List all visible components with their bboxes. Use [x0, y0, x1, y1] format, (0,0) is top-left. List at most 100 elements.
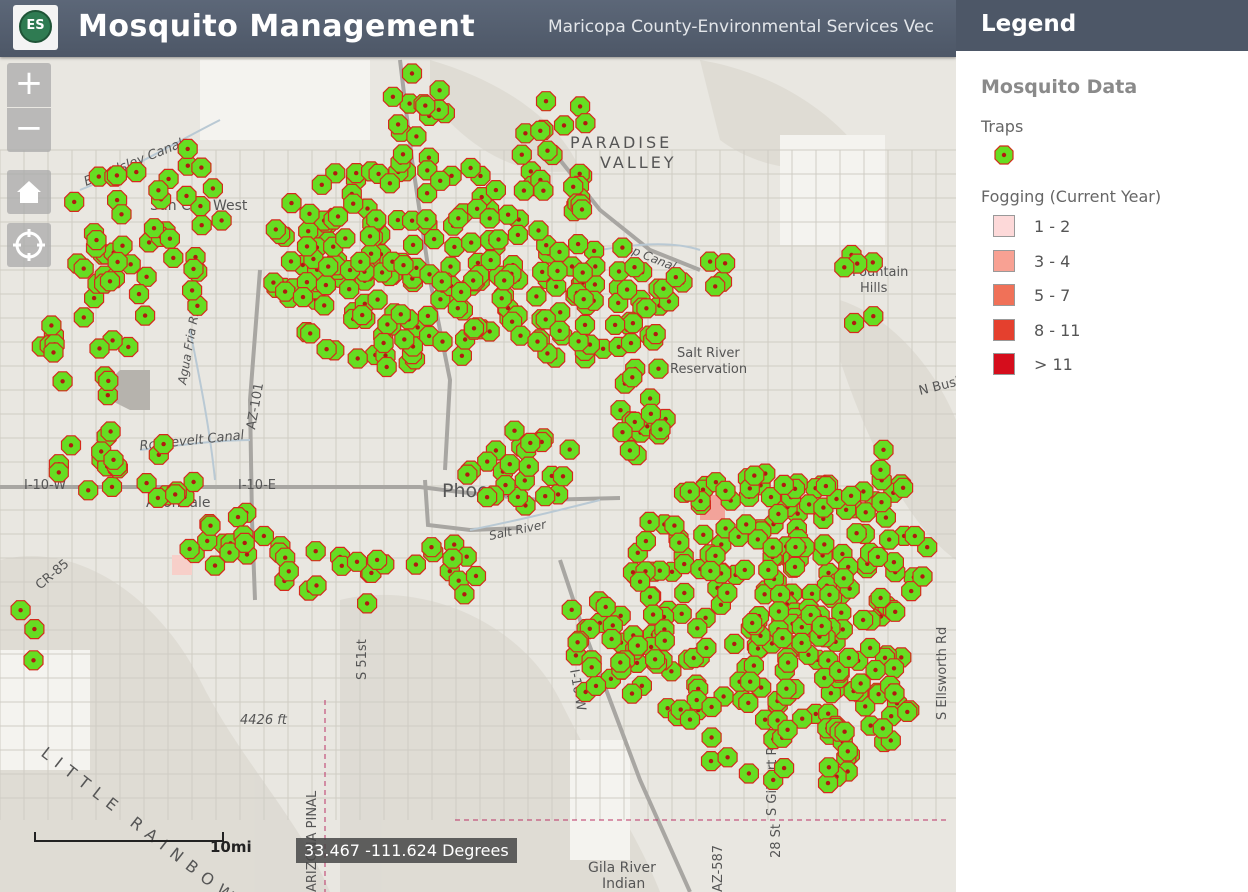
trap-marker[interactable] [768, 503, 789, 525]
trap-marker[interactable] [581, 657, 602, 678]
trap-marker[interactable] [357, 593, 378, 614]
trap-marker[interactable] [700, 560, 721, 582]
trap-marker[interactable] [838, 647, 860, 669]
trap-marker[interactable] [200, 515, 221, 536]
trap-marker[interactable] [191, 157, 212, 178]
trap-marker[interactable] [535, 486, 556, 507]
trap-marker[interactable] [382, 86, 403, 107]
trap-marker[interactable] [665, 267, 686, 288]
trap-marker[interactable] [872, 718, 893, 739]
trap-marker[interactable] [885, 601, 906, 622]
trap-marker[interactable] [376, 356, 397, 378]
trap-marker[interactable] [742, 612, 763, 634]
trap-marker[interactable] [163, 247, 184, 268]
trap-marker[interactable] [103, 449, 124, 470]
trap-marker[interactable] [41, 315, 62, 336]
trap-marker[interactable] [367, 549, 388, 571]
trap-marker[interactable] [253, 525, 274, 547]
trap-marker[interactable] [126, 162, 147, 183]
trap-marker[interactable] [498, 204, 519, 225]
map-view[interactable]: PARADISE VALLEY Beardsley Canal Sun City… [0, 0, 956, 892]
trap-marker[interactable] [530, 120, 551, 141]
trap-marker[interactable] [451, 281, 472, 303]
trap-marker[interactable] [533, 180, 554, 201]
trap-marker[interactable] [89, 338, 110, 359]
trap-marker[interactable] [595, 596, 616, 618]
trap-marker[interactable] [73, 307, 94, 328]
trap-marker[interactable] [650, 419, 671, 440]
trap-marker[interactable] [912, 566, 933, 587]
trap-marker[interactable] [111, 204, 132, 225]
trap-marker[interactable] [526, 286, 547, 307]
trap-marker[interactable] [549, 241, 570, 262]
trap-marker[interactable] [863, 306, 884, 327]
trap-marker[interactable] [296, 236, 318, 257]
trap-marker[interactable] [416, 209, 437, 230]
trap-marker[interactable] [635, 530, 657, 552]
trap-marker[interactable] [567, 234, 589, 255]
trap-marker[interactable] [359, 226, 381, 247]
trap-marker[interactable] [24, 618, 45, 640]
trap-marker[interactable] [403, 234, 424, 255]
trap-marker[interactable] [714, 253, 736, 274]
trap-marker[interactable] [772, 628, 793, 649]
trap-marker[interactable] [315, 275, 336, 296]
zoom-out-button[interactable]: − [7, 108, 51, 152]
trap-marker[interactable] [177, 138, 198, 159]
trap-marker[interactable] [343, 193, 364, 214]
trap-marker[interactable] [448, 208, 469, 229]
trap-marker[interactable] [892, 477, 914, 498]
trap-marker[interactable] [850, 673, 871, 694]
trap-marker[interactable] [897, 701, 918, 723]
trap-marker[interactable] [148, 180, 169, 201]
trap-marker[interactable] [147, 487, 168, 508]
trap-marker[interactable] [535, 91, 557, 112]
trap-marker[interactable] [852, 609, 874, 631]
trap-marker[interactable] [612, 422, 633, 443]
trap-marker[interactable] [366, 209, 387, 230]
trap-marker[interactable] [527, 331, 548, 352]
trap-marker[interactable] [488, 229, 509, 250]
trap-marker[interactable] [867, 546, 889, 568]
trap-marker[interactable] [569, 96, 591, 117]
trap-marker[interactable] [52, 371, 73, 392]
trap-marker[interactable] [604, 314, 626, 335]
trap-marker[interactable] [736, 514, 757, 535]
trap-marker[interactable] [477, 487, 498, 508]
trap-marker[interactable] [78, 480, 99, 501]
trap-marker[interactable] [401, 63, 423, 84]
trap-marker[interactable] [182, 280, 203, 301]
trap-marker[interactable] [183, 471, 204, 493]
trap-marker[interactable] [574, 314, 596, 335]
zoom-in-button[interactable]: + [7, 63, 51, 107]
trap-marker[interactable] [573, 289, 594, 310]
trap-marker[interactable] [715, 480, 736, 501]
trap-marker[interactable] [275, 281, 296, 302]
trap-marker[interactable] [679, 709, 701, 730]
trap-marker[interactable] [616, 279, 638, 300]
trap-marker[interactable] [734, 559, 755, 581]
trap-marker[interactable] [292, 287, 314, 308]
trap-marker[interactable] [479, 208, 500, 229]
trap-marker[interactable] [740, 671, 761, 692]
trap-marker[interactable] [777, 652, 799, 673]
trap-marker[interactable] [43, 342, 64, 363]
trap-marker[interactable] [622, 367, 643, 388]
trap-marker[interactable] [507, 224, 529, 245]
trap-marker[interactable] [99, 271, 121, 292]
trap-marker[interactable] [429, 80, 450, 101]
trap-marker[interactable] [621, 683, 643, 704]
trap-marker[interactable] [884, 683, 905, 704]
trap-marker[interactable] [624, 257, 645, 278]
trap-marker[interactable] [10, 600, 31, 621]
trap-marker[interactable] [432, 331, 453, 352]
trap-marker[interactable] [106, 165, 128, 186]
trap-marker[interactable] [280, 251, 302, 272]
trap-marker[interactable] [424, 229, 445, 250]
trap-marker[interactable] [537, 140, 558, 161]
trap-marker[interactable] [619, 440, 641, 461]
trap-marker[interactable] [480, 250, 501, 271]
trap-marker[interactable] [442, 548, 463, 569]
trap-marker[interactable] [191, 215, 212, 236]
trap-marker[interactable] [528, 220, 549, 241]
